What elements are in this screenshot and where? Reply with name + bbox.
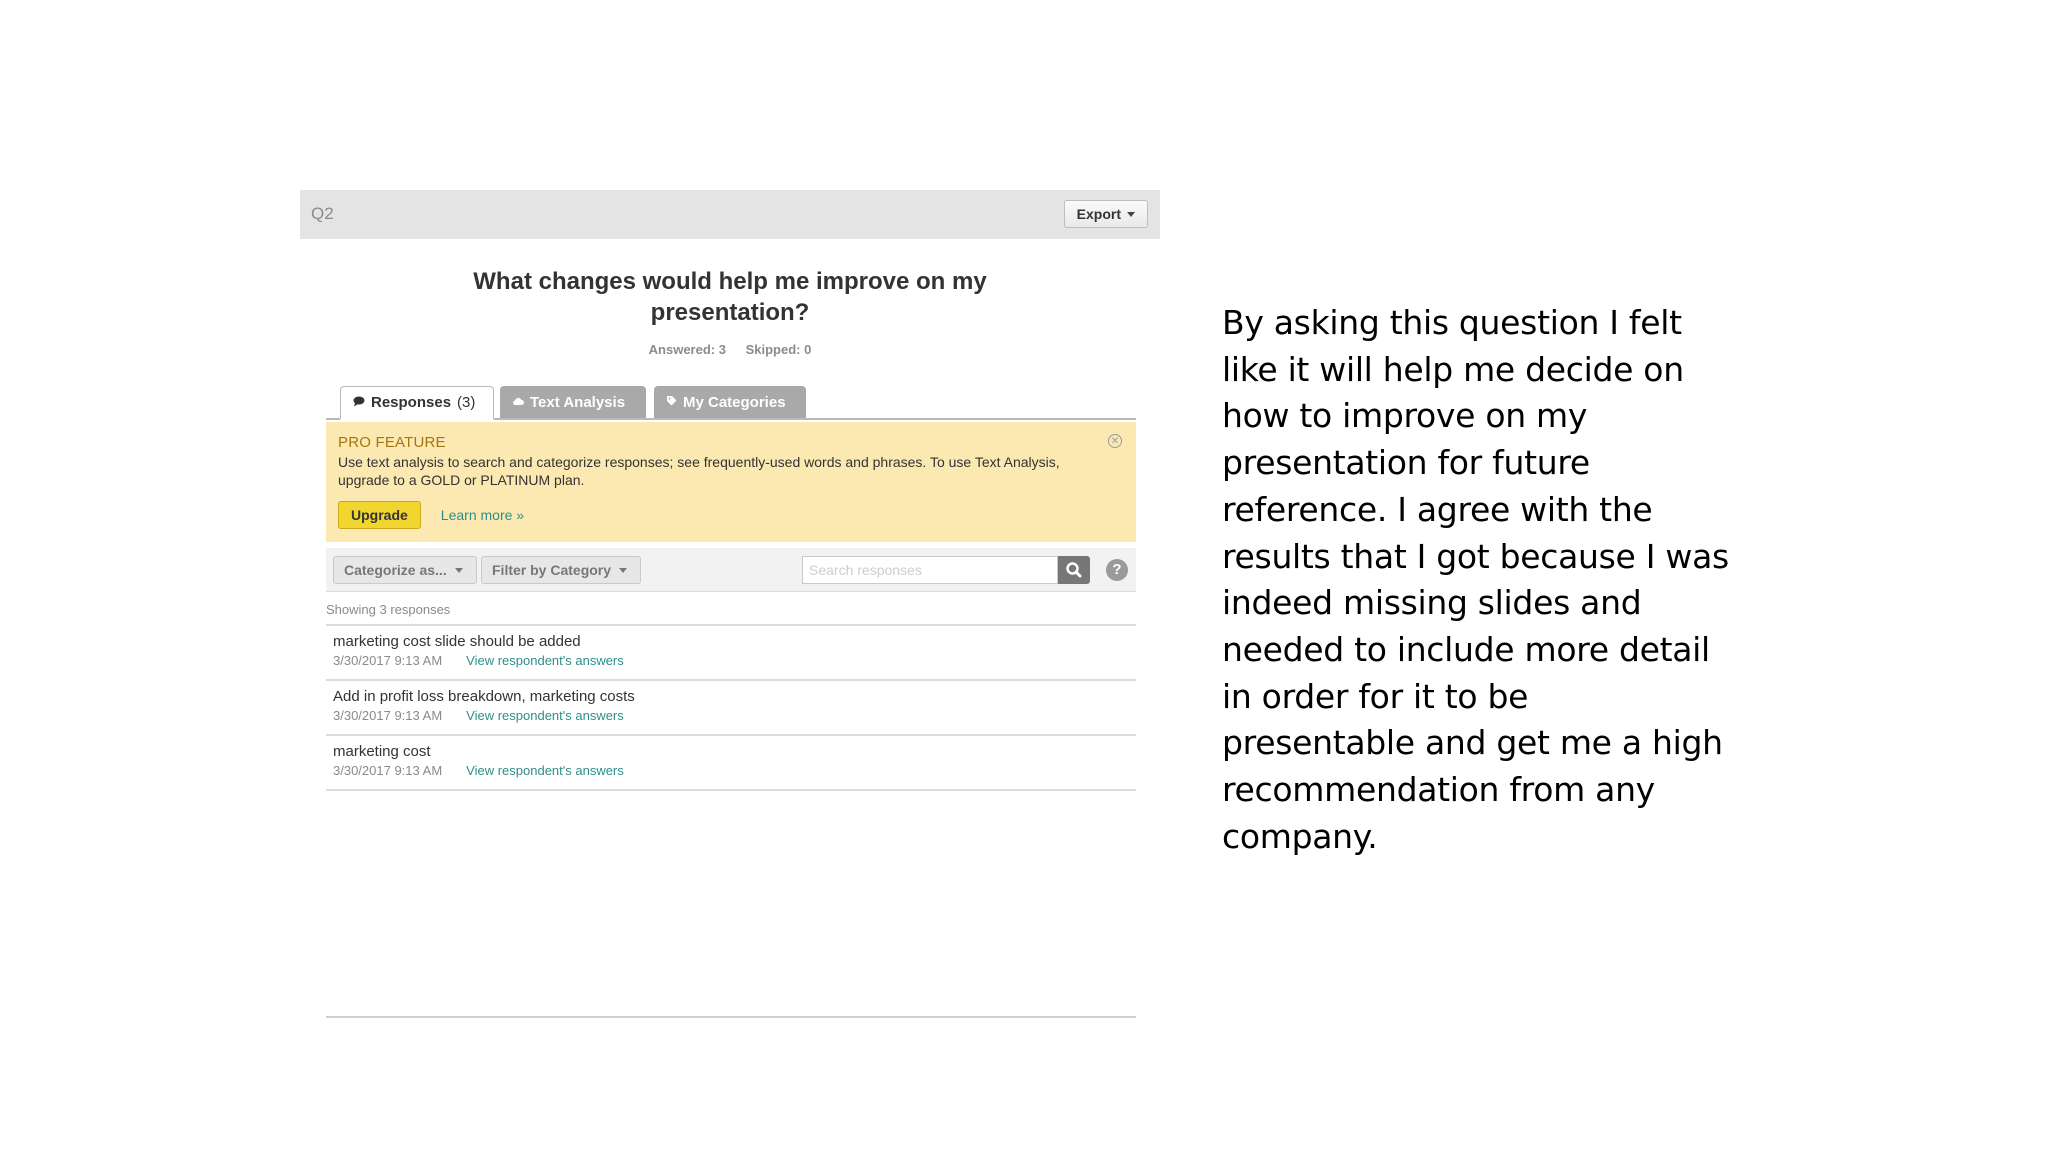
pro-feature-text: Use text analysis to search and categori… xyxy=(338,454,1060,488)
narrative-line: results that I got because I was xyxy=(1222,536,1729,576)
tab-my-categories[interactable]: My Categories xyxy=(654,386,806,418)
chevron-down-icon xyxy=(619,567,628,573)
export-label: Export xyxy=(1076,206,1121,222)
tab-responses[interactable]: Responses (3) xyxy=(340,386,494,420)
categorize-label: Categorize as... xyxy=(344,562,447,578)
tab-my-categories-label: My Categories xyxy=(683,393,786,411)
narrative-line: how to improve on my xyxy=(1222,396,1588,436)
upgrade-button[interactable]: Upgrade xyxy=(338,501,421,529)
help-icon[interactable]: ? xyxy=(1106,559,1128,581)
narrative-line: By asking this question I felt xyxy=(1222,303,1682,342)
narrative-line: indeed missing slides and xyxy=(1222,583,1642,623)
tag-icon xyxy=(666,395,677,409)
view-respondent-link[interactable]: View respondent's answers xyxy=(466,763,624,778)
speech-bubble-icon xyxy=(353,396,365,410)
question-title: What changes would help me improve on my… xyxy=(473,268,987,326)
response-timestamp: 3/30/2017 9:13 AM xyxy=(333,763,443,778)
search-icon xyxy=(1058,562,1090,588)
search-button[interactable] xyxy=(1058,556,1090,584)
narrative-line: like it will help me decide on xyxy=(1222,349,1684,389)
response-timestamp: 3/30/2017 9:13 AM xyxy=(333,708,443,723)
list-item: marketing cost slide should be added 3/3… xyxy=(326,626,1136,681)
categorize-dropdown[interactable]: Categorize as... xyxy=(333,556,477,584)
divider xyxy=(326,1016,1136,1018)
narrative-line: presentable and get me a high xyxy=(1222,723,1723,763)
narrative-line: needed to include more detail xyxy=(1222,629,1710,669)
narrative-line: recommendation from any xyxy=(1222,770,1655,810)
tab-responses-count: (3) xyxy=(457,394,476,411)
response-text: Add in profit loss breakdown, marketing … xyxy=(333,688,635,705)
pro-feature-banner: PRO FEATURE Use text analysis to search … xyxy=(326,422,1136,542)
narrative-text: By asking this question I felt like it w… xyxy=(1222,300,1742,860)
list-item: marketing cost 3/30/2017 9:13 AM View re… xyxy=(326,736,1136,791)
filter-label: Filter by Category xyxy=(492,562,612,578)
responses-list: marketing cost slide should be added 3/3… xyxy=(326,624,1136,791)
results-tabs: Responses (3) Text Analysis My Categorie… xyxy=(326,386,1136,420)
cloud-icon xyxy=(512,395,524,409)
response-text: marketing cost slide should be added xyxy=(333,633,581,650)
question-header-bar: Q2 Export xyxy=(300,190,1160,239)
answered-count: Answered: 3 xyxy=(648,342,726,357)
response-meta: 3/30/2017 9:13 AM View respondent's answ… xyxy=(333,763,1129,778)
response-text: marketing cost xyxy=(333,743,431,760)
narrative-line: company. xyxy=(1222,816,1378,856)
response-timestamp: 3/30/2017 9:13 AM xyxy=(333,653,443,668)
pro-feature-actions: Upgrade Learn more » xyxy=(338,501,1124,529)
narrative-line: in order for it to be xyxy=(1222,676,1529,716)
question-number: Q2 xyxy=(311,204,334,223)
slide: Q2 Export What changes would help me imp… xyxy=(0,0,2048,1152)
response-meta: 3/30/2017 9:13 AM View respondent's answ… xyxy=(333,708,1129,723)
narrative-line: presentation for future xyxy=(1222,443,1590,483)
view-respondent-link[interactable]: View respondent's answers xyxy=(466,653,624,668)
responses-toolbar: Categorize as... Filter by Category ? xyxy=(326,548,1136,592)
tab-responses-label: Responses xyxy=(371,394,452,411)
answer-stats: Answered: 3 Skipped: 0 xyxy=(300,342,1160,357)
learn-more-link[interactable]: Learn more » xyxy=(441,507,524,523)
survey-results-panel: Q2 Export What changes would help me imp… xyxy=(300,190,1160,1044)
search-input[interactable] xyxy=(802,556,1058,584)
chevron-down-icon xyxy=(1127,211,1135,217)
response-meta: 3/30/2017 9:13 AM View respondent's answ… xyxy=(333,653,1129,668)
skipped-count: Skipped: 0 xyxy=(745,342,812,357)
pro-feature-title: PRO FEATURE xyxy=(338,434,446,451)
tab-text-analysis-label: Text Analysis xyxy=(530,393,626,411)
narrative-line: reference. I agree with the xyxy=(1222,489,1653,529)
close-icon[interactable]: ✕ xyxy=(1108,434,1122,448)
filter-category-dropdown[interactable]: Filter by Category xyxy=(481,556,641,584)
chevron-down-icon xyxy=(454,567,463,573)
export-button[interactable]: Export xyxy=(1063,200,1148,228)
list-item: Add in profit loss breakdown, marketing … xyxy=(326,681,1136,736)
view-respondent-link[interactable]: View respondent's answers xyxy=(466,708,624,723)
tab-text-analysis[interactable]: Text Analysis xyxy=(500,386,646,418)
showing-count: Showing 3 responses xyxy=(326,602,451,617)
